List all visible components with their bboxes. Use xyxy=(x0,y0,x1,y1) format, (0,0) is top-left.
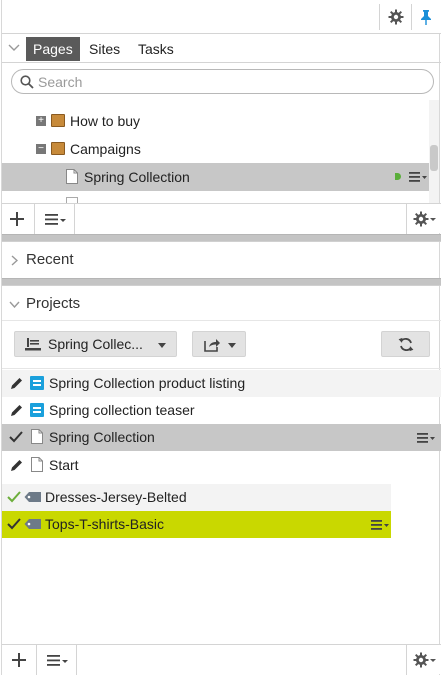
chevron-down-icon xyxy=(228,343,236,348)
gear-icon xyxy=(388,9,404,25)
search-icon xyxy=(20,75,34,89)
add-button[interactable] xyxy=(8,210,26,228)
folder-icon xyxy=(51,142,65,155)
check-icon xyxy=(7,518,21,530)
tree-item-spring-collection[interactable]: Spring Collection xyxy=(2,163,429,191)
search-input[interactable] xyxy=(38,72,418,91)
tree-item-label: Campaigns xyxy=(70,141,141,157)
check-icon xyxy=(7,491,21,503)
projects-settings-button[interactable] xyxy=(412,651,438,669)
tree-scrollbar[interactable] xyxy=(429,100,439,203)
content-doc-icon xyxy=(30,403,44,417)
tree-item-partial xyxy=(2,191,429,203)
share-icon xyxy=(204,339,220,352)
tag-item[interactable]: Dresses-Jersey-Belted xyxy=(2,484,391,511)
project-item[interactable]: Spring collection teaser xyxy=(2,397,441,424)
folder-icon xyxy=(51,114,65,127)
plus-icon xyxy=(10,212,24,226)
tree-item-how-to-buy[interactable]: + How to buy xyxy=(2,107,429,135)
page-icon xyxy=(31,457,43,472)
bar-separator xyxy=(76,645,77,675)
tree-item-label: How to buy xyxy=(70,113,141,129)
section-divider xyxy=(2,320,441,321)
recent-label: Recent xyxy=(26,251,74,268)
toolbar-separator xyxy=(411,4,412,30)
project-selector-label: Spring Collec... xyxy=(48,336,143,352)
tree-actions-bar xyxy=(2,203,441,234)
projects-section-header[interactable]: Projects xyxy=(2,289,441,319)
pin-button[interactable] xyxy=(413,4,439,30)
settings-button[interactable] xyxy=(382,4,410,30)
list-menu-button[interactable] xyxy=(44,213,68,225)
bar-separator xyxy=(406,645,407,675)
project-item[interactable]: Spring Collection product listing xyxy=(2,370,441,397)
menu-icon[interactable] xyxy=(371,520,389,530)
projects-actions-bar xyxy=(2,644,441,675)
pencil-icon xyxy=(11,378,22,389)
chevron-down-icon xyxy=(158,343,166,348)
refresh-button[interactable] xyxy=(381,331,430,357)
left-panel: Pages Sites Tasks + How to buy − Campaig… xyxy=(1,0,441,675)
bar-separator xyxy=(74,204,75,234)
share-button[interactable] xyxy=(192,331,246,357)
tag-icon xyxy=(24,492,41,502)
bar-separator xyxy=(406,204,407,234)
pin-icon xyxy=(421,10,431,25)
project-item-label: Spring Collection xyxy=(49,429,155,445)
page-icon xyxy=(31,429,43,444)
collapse-icon[interactable]: − xyxy=(36,144,46,154)
tab-tasks[interactable]: Tasks xyxy=(131,37,181,61)
menu-icon[interactable] xyxy=(409,172,427,182)
tree-item-campaigns[interactable]: − Campaigns xyxy=(2,135,429,163)
chevron-right-icon xyxy=(11,255,18,266)
chevron-down-icon xyxy=(9,301,20,308)
tab-bar: Pages Sites Tasks xyxy=(2,35,441,63)
plus-icon xyxy=(12,653,26,667)
collapse-toggle[interactable] xyxy=(7,41,21,55)
tree-item-label: Spring Collection xyxy=(84,169,190,185)
toolbar-separator xyxy=(379,4,380,30)
bar-separator xyxy=(34,204,35,234)
add-project-button[interactable] xyxy=(10,651,28,669)
search-box xyxy=(11,69,434,94)
projects-menu-button[interactable] xyxy=(46,654,70,666)
tab-pages[interactable]: Pages xyxy=(26,37,80,61)
recent-section-header[interactable]: Recent xyxy=(2,245,441,275)
project-item[interactable]: Start xyxy=(2,452,441,479)
tree-settings-button[interactable] xyxy=(412,210,438,228)
status-indicator-icon xyxy=(395,173,401,180)
project-item-label: Spring collection teaser xyxy=(49,402,195,418)
project-selector-dropdown[interactable]: Spring Collec... xyxy=(14,331,177,357)
chevron-down-icon xyxy=(8,44,20,51)
project-item-label: Spring Collection product listing xyxy=(49,375,246,391)
projects-label: Projects xyxy=(26,295,81,312)
menu-icon xyxy=(47,655,68,666)
top-toolbar xyxy=(2,0,441,34)
list-icon xyxy=(25,338,41,351)
pencil-icon xyxy=(11,460,22,471)
gear-icon xyxy=(413,211,436,227)
panel-splitter[interactable] xyxy=(2,234,441,242)
tag-item-label: Tops-T-shirts-Basic xyxy=(45,516,165,532)
menu-icon xyxy=(45,214,66,225)
expand-icon[interactable]: + xyxy=(36,116,46,126)
project-item-label: Start xyxy=(49,457,79,473)
page-icon xyxy=(66,169,78,184)
tab-sites[interactable]: Sites xyxy=(82,37,127,61)
gear-icon xyxy=(413,652,436,668)
tag-item-highlighted[interactable]: Tops-T-shirts-Basic xyxy=(2,511,391,538)
content-doc-icon xyxy=(30,376,44,390)
refresh-icon xyxy=(398,337,414,352)
tag-icon xyxy=(24,519,41,529)
project-item-selected[interactable]: Spring Collection xyxy=(2,424,441,451)
tag-item-label: Dresses-Jersey-Belted xyxy=(45,489,187,505)
panel-splitter[interactable] xyxy=(2,278,441,286)
page-tree: + How to buy − Campaigns Spring Collecti… xyxy=(2,100,441,203)
pencil-icon xyxy=(11,405,22,416)
check-icon xyxy=(9,431,23,443)
bar-separator xyxy=(36,645,37,675)
section-divider xyxy=(2,368,441,369)
scrollbar-thumb[interactable] xyxy=(430,145,438,171)
menu-icon[interactable] xyxy=(417,433,435,443)
